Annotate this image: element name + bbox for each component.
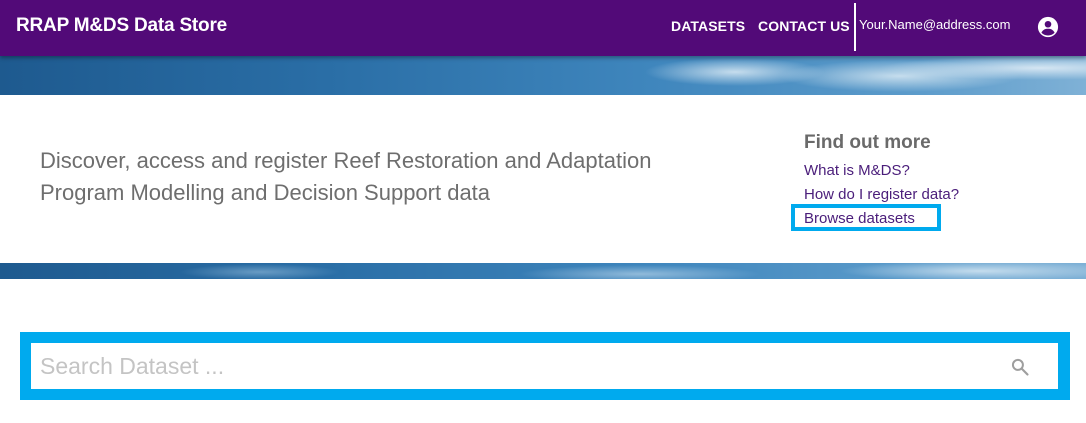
nav-divider <box>854 3 856 51</box>
user-email[interactable]: Your.Name@address.com <box>859 17 1010 32</box>
account-circle-icon[interactable] <box>1037 16 1059 38</box>
brand-title[interactable]: RRAP M&DS Data Store <box>16 15 227 37</box>
find-out-more-heading: Find out more <box>804 132 931 153</box>
nav-datasets-link[interactable]: DATASETS <box>671 18 745 34</box>
top-app-bar: RRAP M&DS Data Store DATASETS CONTACT US… <box>0 0 1086 56</box>
nav-contact-us-link[interactable]: CONTACT US <box>758 18 850 34</box>
hero-tagline: Discover, access and register Reef Resto… <box>40 148 652 205</box>
search-icon[interactable] <box>1010 357 1030 377</box>
search-input[interactable] <box>31 343 991 389</box>
how-register-data-link[interactable]: How do I register data? <box>804 186 959 203</box>
page: RRAP M&DS Data Store DATASETS CONTACT US… <box>0 0 1086 423</box>
browse-datasets-link[interactable]: Browse datasets <box>804 210 915 227</box>
what-is-mds-link[interactable]: What is M&DS? <box>804 162 910 179</box>
